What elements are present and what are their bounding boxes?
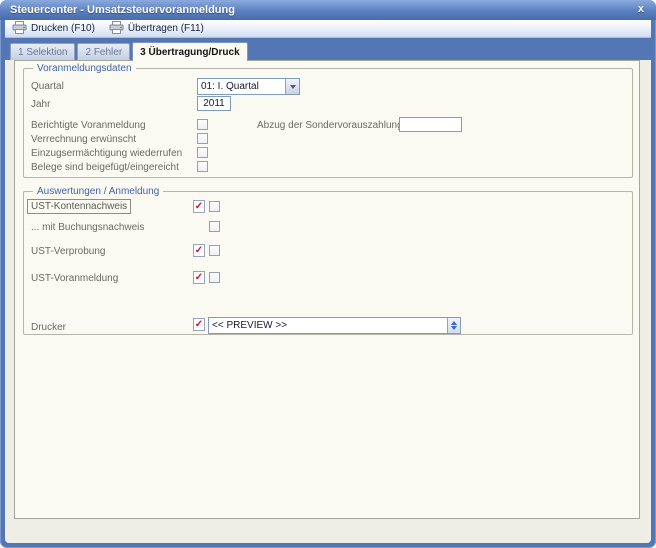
- triangle-up-glyph: [451, 321, 457, 325]
- drucker-value: << PREVIEW >>: [209, 320, 447, 331]
- ust-voranmeldung-checkbox[interactable]: [209, 272, 220, 283]
- verrechnung-erwuenscht-label: Verrechnung erwünscht: [31, 134, 136, 145]
- red-check-glyph: ✓: [194, 201, 204, 212]
- printer-icon: [12, 21, 27, 37]
- print-toggle-checked-icon[interactable]: ✓: [193, 244, 205, 257]
- chevron-down-icon[interactable]: [285, 79, 299, 94]
- drucker-select[interactable]: << PREVIEW >>: [208, 317, 461, 334]
- einzugsermaechtigung-checkbox[interactable]: [197, 147, 208, 158]
- berichtigte-voranmeldung-checkbox[interactable]: [197, 119, 208, 130]
- abzug-sondervorauszahlung-label: Abzug der Sondervorauszahlung: [257, 120, 403, 131]
- triangle-down-glyph: [451, 326, 457, 330]
- drucken-button[interactable]: Drucken (F10): [9, 20, 98, 38]
- quartal-select[interactable]: 01: I. Quartal: [197, 78, 300, 95]
- printer-icon: [109, 21, 124, 37]
- close-icon[interactable]: x: [638, 0, 644, 20]
- drucker-label: Drucker: [31, 322, 66, 333]
- tab-uebertragung-druck[interactable]: 3 Übertragung/Druck: [132, 42, 247, 61]
- uebertragen-button[interactable]: Übertragen (F11): [106, 20, 207, 38]
- tab-page-panel: Voranmeldungsdaten Quartal 01: I. Quarta…: [14, 60, 640, 519]
- ust-verprobung-label: UST-Verprobung: [31, 246, 106, 257]
- berichtigte-voranmeldung-label: Berichtigte Voranmeldung: [31, 120, 146, 131]
- tab-strip: 1 Selektion 2 Fehler 3 Übertragung/Druck: [10, 42, 250, 61]
- ust-kontennachweis-label[interactable]: UST-Kontennachweis: [27, 199, 131, 214]
- group-voranmeldungsdaten-legend: Voranmeldungsdaten: [33, 62, 136, 75]
- belege-beigefuegt-label: Belege sind beigefügt/eingereicht: [31, 162, 179, 173]
- drucken-button-label: Drucken (F10): [31, 23, 95, 34]
- tab-selektion[interactable]: 1 Selektion: [10, 43, 75, 60]
- red-check-glyph: ✓: [194, 272, 204, 283]
- titlebar[interactable]: Steuercenter - Umsatzsteuervoranmeldung …: [0, 0, 656, 20]
- tab-fehler[interactable]: 2 Fehler: [77, 43, 130, 60]
- mit-buchungsnachweis-checkbox[interactable]: [209, 221, 220, 232]
- updown-spinner-icon[interactable]: [447, 318, 460, 333]
- ust-kontennachweis-checkbox[interactable]: [209, 201, 220, 212]
- verrechnung-erwuenscht-checkbox[interactable]: [197, 133, 208, 144]
- jahr-label: Jahr: [31, 99, 50, 110]
- red-check-glyph: ✓: [194, 245, 204, 256]
- app-window: Steuercenter - Umsatzsteuervoranmeldung …: [0, 0, 656, 548]
- quartal-label: Quartal: [31, 81, 64, 92]
- abzug-sondervorauszahlung-input[interactable]: [399, 117, 462, 132]
- print-toggle-checked-icon[interactable]: ✓: [193, 318, 205, 331]
- triangle-glyph: [290, 85, 296, 89]
- uebertragen-button-label: Übertragen (F11): [128, 23, 204, 34]
- print-toggle-checked-icon[interactable]: ✓: [193, 200, 205, 213]
- belege-beigefuegt-checkbox[interactable]: [197, 161, 208, 172]
- jahr-input[interactable]: [197, 96, 231, 111]
- window-title: Steuercenter - Umsatzsteuervoranmeldung: [10, 4, 235, 16]
- group-auswertungen-legend: Auswertungen / Anmeldung: [33, 185, 163, 198]
- ust-voranmeldung-label: UST-Voranmeldung: [31, 273, 118, 284]
- red-check-glyph: ✓: [194, 319, 204, 330]
- quartal-value: 01: I. Quartal: [198, 81, 285, 92]
- mit-buchungsnachweis-label: ... mit Buchungsnachweis: [31, 222, 144, 233]
- print-toggle-checked-icon[interactable]: ✓: [193, 271, 205, 284]
- toolbar: Drucken (F10) Übertragen (F11): [5, 20, 651, 38]
- einzugsermaechtigung-label: Einzugsermächtigung wiederrufen: [31, 148, 182, 159]
- ust-verprobung-checkbox[interactable]: [209, 245, 220, 256]
